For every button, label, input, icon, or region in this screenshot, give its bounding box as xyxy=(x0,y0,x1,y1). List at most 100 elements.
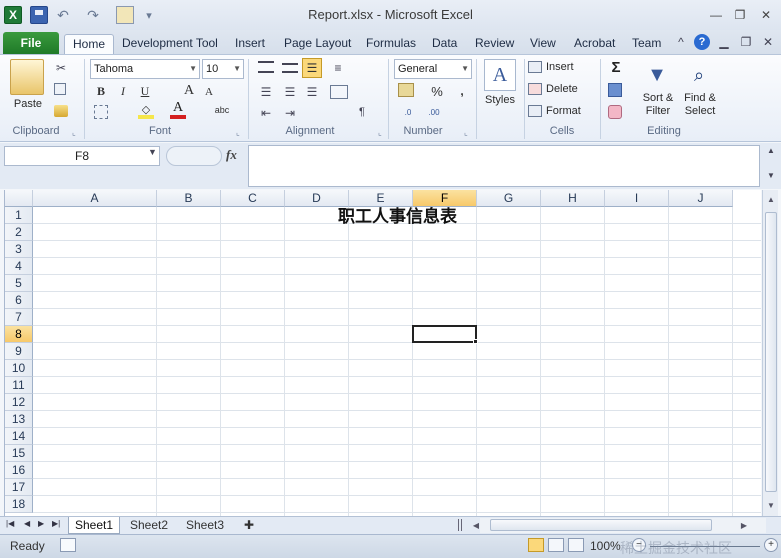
formula-expand-handle[interactable] xyxy=(166,146,222,166)
grow-font-button[interactable]: A xyxy=(182,83,196,99)
borders-icon[interactable] xyxy=(94,105,108,119)
align-left-icon[interactable]: ☰ xyxy=(258,85,274,99)
tab-page-layout[interactable]: Page Layout xyxy=(284,34,351,54)
name-box[interactable]: F8 xyxy=(4,146,160,166)
accounting-format-icon[interactable] xyxy=(398,83,414,97)
tab-review[interactable]: Review xyxy=(475,34,514,54)
format-painter-icon[interactable] xyxy=(54,105,68,117)
minimize-button[interactable]: — xyxy=(706,6,726,24)
tab-split-handle[interactable] xyxy=(458,519,462,531)
increase-indent-icon[interactable]: ⇥ xyxy=(282,106,298,120)
decrease-indent-icon[interactable]: ⇤ xyxy=(258,106,274,120)
insert-sheet-icon[interactable]: ✚ xyxy=(238,517,260,534)
sort-filter-button[interactable]: Sort & Filter xyxy=(638,91,678,119)
prev-sheet-icon[interactable]: ◀ xyxy=(24,519,30,528)
shrink-font-button[interactable]: A xyxy=(202,85,216,99)
alignment-launcher-icon[interactable]: ⌞ xyxy=(378,128,382,137)
tab-team[interactable]: Team xyxy=(632,34,661,54)
clear-icon[interactable] xyxy=(608,105,622,119)
worksheet-grid[interactable]: ABCDEFGHIJ 1 2 3 4 5 6 7 8 9 10 11 12 13 14 15 16 17 18 职… xyxy=(4,190,761,516)
align-top-icon[interactable] xyxy=(258,61,274,73)
percent-style-button[interactable]: % xyxy=(430,83,444,99)
select-all-button[interactable] xyxy=(5,190,33,207)
cut-icon[interactable]: ✂ xyxy=(54,61,68,75)
active-cell-f8[interactable] xyxy=(412,325,477,343)
phonetic-button[interactable]: abc xyxy=(212,103,232,117)
delete-cells-icon[interactable] xyxy=(528,83,542,95)
font-launcher-icon[interactable]: ⌞ xyxy=(236,128,240,137)
page-break-view-button[interactable] xyxy=(568,538,584,552)
row-header-16[interactable]: 16 xyxy=(5,462,33,479)
name-box-chevron-down-icon[interactable]: ▼ xyxy=(148,147,157,157)
column-header-c[interactable]: C xyxy=(221,190,285,207)
tab-home[interactable]: Home xyxy=(64,34,115,54)
underline-button[interactable]: U xyxy=(138,83,152,99)
close-button[interactable]: ✕ xyxy=(756,6,776,24)
align-center-icon[interactable]: ☰ xyxy=(282,85,298,99)
sheet-tab-sheet3[interactable]: Sheet3 xyxy=(180,517,230,534)
copy-icon[interactable] xyxy=(54,83,66,95)
zoom-level[interactable]: 100% xyxy=(590,539,621,553)
insert-cells-button[interactable]: Insert xyxy=(546,60,580,74)
align-middle-icon[interactable] xyxy=(282,63,298,73)
tab-insert[interactable]: Insert xyxy=(235,34,265,54)
styles-icon[interactable]: A xyxy=(484,59,516,91)
zoom-in-icon[interactable]: + xyxy=(764,538,778,552)
row-header-1[interactable]: 1 xyxy=(5,207,33,224)
format-cells-button[interactable]: Format xyxy=(546,104,586,118)
paste-icon[interactable] xyxy=(10,59,44,95)
find-select-button[interactable]: Find & Select xyxy=(680,91,720,119)
macro-record-icon[interactable] xyxy=(60,538,76,552)
workbook-restore-icon[interactable]: ❐ xyxy=(738,34,754,50)
delete-cells-button[interactable]: Delete xyxy=(546,82,586,96)
row-header-14[interactable]: 14 xyxy=(5,428,33,445)
column-header-j[interactable]: J xyxy=(669,190,733,207)
row-header-18[interactable]: 18 xyxy=(5,496,33,513)
merge-center-icon[interactable] xyxy=(330,85,348,99)
styles-button[interactable]: Styles xyxy=(480,93,520,107)
column-header-e[interactable]: E xyxy=(349,190,413,207)
insert-cells-icon[interactable] xyxy=(528,61,542,73)
minimize-ribbon-icon[interactable]: ^ xyxy=(673,34,689,50)
align-right-icon[interactable]: ☰ xyxy=(304,85,320,99)
insert-function-button[interactable]: fx xyxy=(226,147,237,163)
column-header-g[interactable]: G xyxy=(477,190,541,207)
decrease-decimal-icon[interactable]: .00 xyxy=(424,105,444,119)
tab-formulas[interactable]: Formulas xyxy=(366,34,416,54)
row-header-6[interactable]: 6 xyxy=(5,292,33,309)
column-header-f[interactable]: F xyxy=(413,190,477,207)
row-header-5[interactable]: 5 xyxy=(5,275,33,292)
restore-button[interactable]: ❐ xyxy=(730,6,750,24)
row-header-2[interactable]: 2 xyxy=(5,224,33,241)
row-header-9[interactable]: 9 xyxy=(5,343,33,360)
font-color-button[interactable]: A xyxy=(170,100,186,119)
vertical-scroll-thumb[interactable] xyxy=(765,212,777,492)
tab-data[interactable]: Data xyxy=(432,34,457,54)
font-family-select[interactable]: Tahoma ▼ xyxy=(90,59,200,79)
row-header-3[interactable]: 3 xyxy=(5,241,33,258)
next-sheet-icon[interactable]: ▶ xyxy=(38,519,44,528)
row-header-4[interactable]: 4 xyxy=(5,258,33,275)
row-header-15[interactable]: 15 xyxy=(5,445,33,462)
sheet-tab-sheet2[interactable]: Sheet2 xyxy=(124,517,174,534)
formula-scroll-up-icon[interactable]: ▲ xyxy=(764,146,778,160)
formula-input[interactable] xyxy=(248,145,760,187)
italic-button[interactable]: I xyxy=(116,83,130,99)
tab-file[interactable]: File xyxy=(3,32,59,54)
row-header-8[interactable]: 8 xyxy=(5,326,33,343)
sheet-title-cell[interactable]: 职工人事信息表 xyxy=(33,207,761,227)
workbook-close-icon[interactable]: ✕ xyxy=(760,34,776,50)
clipboard-launcher-icon[interactable]: ⌞ xyxy=(72,128,76,137)
workbook-minimize-icon[interactable]: ▁ xyxy=(716,34,732,50)
number-format-select[interactable]: General ▼ xyxy=(394,59,472,79)
fill-icon[interactable] xyxy=(608,83,622,97)
scroll-down-icon[interactable]: ▼ xyxy=(763,498,779,514)
page-layout-view-button[interactable] xyxy=(548,538,564,552)
first-sheet-icon[interactable]: |◀ xyxy=(6,519,14,528)
row-header-7[interactable]: 7 xyxy=(5,309,33,326)
scroll-right-icon[interactable]: ▶ xyxy=(736,518,752,534)
tab-acrobat[interactable]: Acrobat xyxy=(574,34,615,54)
increase-decimal-icon[interactable]: .0 xyxy=(398,105,418,119)
row-header-11[interactable]: 11 xyxy=(5,377,33,394)
format-cells-icon[interactable] xyxy=(528,105,542,117)
